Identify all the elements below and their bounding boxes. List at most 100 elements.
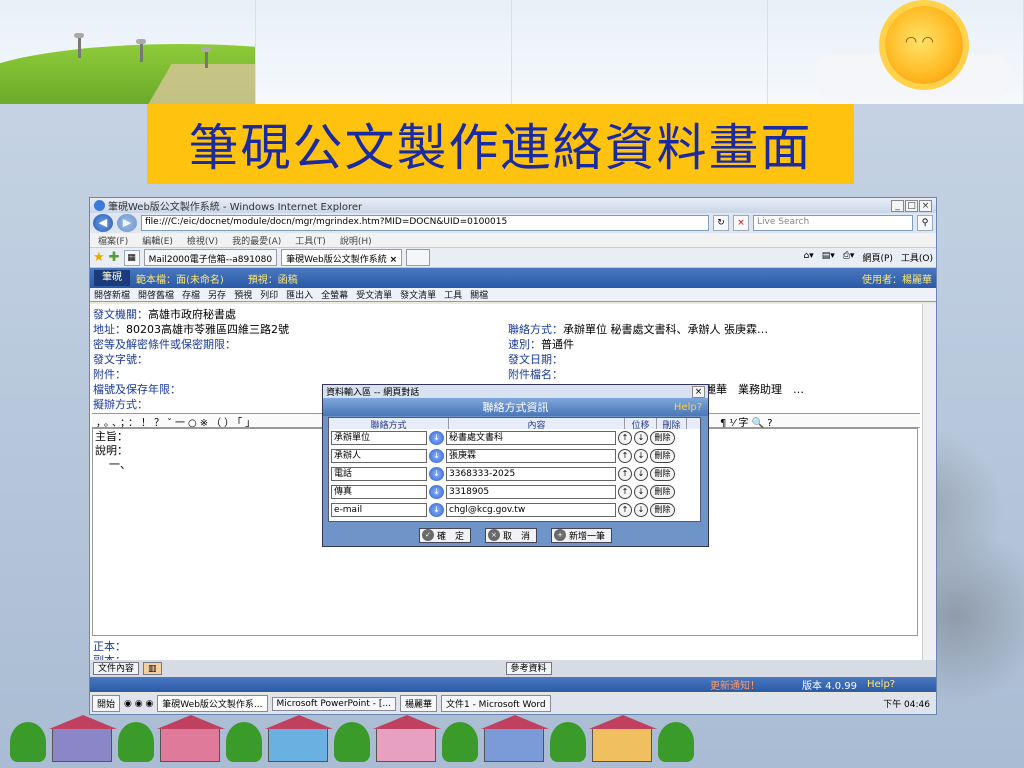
- import-export-button[interactable]: 匯出入: [286, 288, 313, 301]
- delete-row-button[interactable]: 刪除: [650, 485, 675, 499]
- recipient-list-button[interactable]: 受文清單: [356, 288, 392, 301]
- attachment-tab-icon[interactable]: ▥: [143, 662, 162, 675]
- tab-list-icon[interactable]: ▦: [123, 249, 140, 266]
- cancel-button[interactable]: × 取 消: [484, 527, 537, 543]
- print-button[interactable]: 列印: [260, 288, 278, 301]
- print-icon[interactable]: ⎙▾: [843, 251, 855, 264]
- send-list-button[interactable]: 發文清單: [400, 288, 436, 301]
- select-type-icon[interactable]: ↓: [429, 467, 444, 481]
- menu-file[interactable]: 檔案(F): [98, 234, 128, 247]
- favorites-star-icon[interactable]: ★: [93, 250, 105, 265]
- tools-button[interactable]: 工具: [444, 288, 462, 301]
- minimize-button[interactable]: _: [891, 199, 904, 212]
- quicklaunch-icons[interactable]: ◉ ◉ ◉: [124, 699, 153, 709]
- contact-value-input[interactable]: 張庚霖: [446, 449, 616, 463]
- forward-arrow-icon[interactable]: ▶: [117, 214, 137, 232]
- taskbar-item-folder[interactable]: 楊麗華: [399, 695, 437, 712]
- taskbar-item-docnet[interactable]: 筆硯Web版公文製作系...: [157, 695, 268, 712]
- contact-type-field[interactable]: 電話: [331, 467, 427, 481]
- address-bar[interactable]: file:///C:/eic/docnet/module/docn/mgr/mg…: [141, 215, 709, 231]
- help-link[interactable]: Help?: [867, 679, 895, 690]
- add-row-button[interactable]: + 新增一筆: [551, 527, 613, 543]
- close-button[interactable]: ×: [919, 199, 932, 212]
- delete-row-button[interactable]: 刪除: [650, 449, 675, 463]
- feeds-icon[interactable]: ▤▾: [822, 251, 835, 264]
- select-type-icon[interactable]: ↓: [429, 503, 444, 517]
- delete-row-button[interactable]: 刪除: [650, 503, 675, 517]
- contact-field: 聯絡方式：承辦單位 秘書處文書科、承辦人 張庚霖…: [508, 321, 768, 337]
- content-tab-label: 文件內容: [98, 664, 135, 674]
- content-tab[interactable]: 文件內容: [93, 662, 140, 675]
- delete-row-button[interactable]: 刪除: [650, 467, 675, 481]
- address-row: ◀ ▶ file:///C:/eic/docnet/module/docn/mg…: [90, 213, 936, 233]
- contact-value-input[interactable]: 秘書處文書科: [446, 431, 616, 445]
- close-file-button[interactable]: 關檔: [470, 288, 488, 301]
- contact-type-field[interactable]: 承辦單位: [331, 431, 427, 445]
- move-down-icon[interactable]: ↓: [634, 449, 648, 463]
- update-alert[interactable]: 更新通知！: [710, 677, 760, 692]
- add-favorite-icon[interactable]: ✚: [109, 250, 120, 265]
- menu-tools[interactable]: 工具(T): [295, 234, 326, 247]
- tools-menu[interactable]: 工具(O): [901, 251, 933, 264]
- contact-type-field[interactable]: 傳真: [331, 485, 427, 499]
- dialog-header: 聯絡方式資訊 Help?: [323, 398, 708, 416]
- contact-value-input[interactable]: 3368333-2025: [446, 467, 616, 481]
- dialog-titlebar: 資料輸入區 -- 網頁對話 ×: [323, 385, 708, 398]
- move-up-icon[interactable]: ↑: [618, 449, 632, 463]
- ok-button[interactable]: ✓ 確 定: [418, 527, 471, 543]
- menu-favorites[interactable]: 我的最愛(A): [232, 234, 281, 247]
- move-up-icon[interactable]: ↑: [618, 431, 632, 445]
- move-down-icon[interactable]: ↓: [634, 485, 648, 499]
- move-up-icon[interactable]: ↑: [618, 503, 632, 517]
- back-arrow-icon[interactable]: ◀: [93, 214, 113, 232]
- open-file-button[interactable]: 開啓舊檔: [138, 288, 174, 301]
- new-file-button[interactable]: 開啓新檔: [94, 288, 130, 301]
- tab-docnet[interactable]: 筆硯Web版公文製作系統 ×: [281, 249, 403, 266]
- stop-icon[interactable]: ×: [733, 215, 749, 231]
- menu-view[interactable]: 檢視(V): [187, 234, 218, 247]
- move-up-icon[interactable]: ↑: [618, 485, 632, 499]
- taskbar-item-word[interactable]: 文件1 - Microsoft Word: [440, 695, 551, 712]
- move-down-icon[interactable]: ↓: [634, 431, 648, 445]
- menu-help[interactable]: 說明(H): [340, 234, 372, 247]
- tab-mail2000[interactable]: Mail2000電子信箱--a891080: [143, 249, 278, 266]
- maximize-button[interactable]: □: [905, 199, 918, 212]
- fullscreen-button[interactable]: 全螢幕: [321, 288, 348, 301]
- reference-button[interactable]: 參考資料: [505, 662, 552, 675]
- save-button[interactable]: 存檔: [182, 288, 200, 301]
- dialog-close-button[interactable]: ×: [692, 385, 705, 398]
- dialog-help-link[interactable]: Help?: [674, 402, 702, 413]
- date-field: 發文日期：: [508, 351, 563, 367]
- home-icon[interactable]: ⌂▾: [803, 251, 813, 264]
- page-menu[interactable]: 網頁(P): [862, 251, 892, 264]
- new-tab[interactable]: [406, 249, 431, 266]
- preview-button[interactable]: 預視: [234, 288, 252, 301]
- slide-banner: ◠ ◠: [0, 0, 1024, 104]
- contact-type-field[interactable]: e-mail: [331, 503, 427, 517]
- contact-type-field[interactable]: 承辦人: [331, 449, 427, 463]
- tab-label: 筆硯Web版公文製作系統: [286, 255, 387, 265]
- contact-value-input[interactable]: chgl@kcg.gov.tw: [446, 503, 616, 517]
- save-as-button[interactable]: 另存: [208, 288, 226, 301]
- delete-row-button[interactable]: 刪除: [650, 431, 675, 445]
- field-label: 檔號及保存年限：: [93, 383, 181, 396]
- tree-icon: [658, 722, 694, 762]
- select-type-icon[interactable]: ↓: [429, 431, 444, 445]
- search-icon[interactable]: ⚲: [917, 215, 933, 231]
- move-down-icon[interactable]: ↓: [634, 467, 648, 481]
- taskbar-item-powerpoint[interactable]: Microsoft PowerPoint - [...: [271, 696, 396, 711]
- select-type-icon[interactable]: ↓: [429, 485, 444, 499]
- menu-edit[interactable]: 編輯(E): [142, 234, 173, 247]
- refresh-icon[interactable]: ↻: [713, 215, 729, 231]
- search-input[interactable]: Live Search: [753, 215, 913, 231]
- start-button[interactable]: 開始: [92, 695, 121, 712]
- column-header-move: 位移: [625, 418, 657, 431]
- vertical-scrollbar[interactable]: [922, 304, 936, 660]
- cancel-icon: ×: [487, 529, 500, 541]
- move-down-icon[interactable]: ↓: [634, 503, 648, 517]
- format-tools[interactable]: ¶ ⅟ 字 🔍 ?: [720, 414, 773, 429]
- select-type-icon[interactable]: ↓: [429, 449, 444, 463]
- tab-close-icon[interactable]: ×: [390, 255, 398, 265]
- contact-value-input[interactable]: 3318905: [446, 485, 616, 499]
- move-up-icon[interactable]: ↑: [618, 467, 632, 481]
